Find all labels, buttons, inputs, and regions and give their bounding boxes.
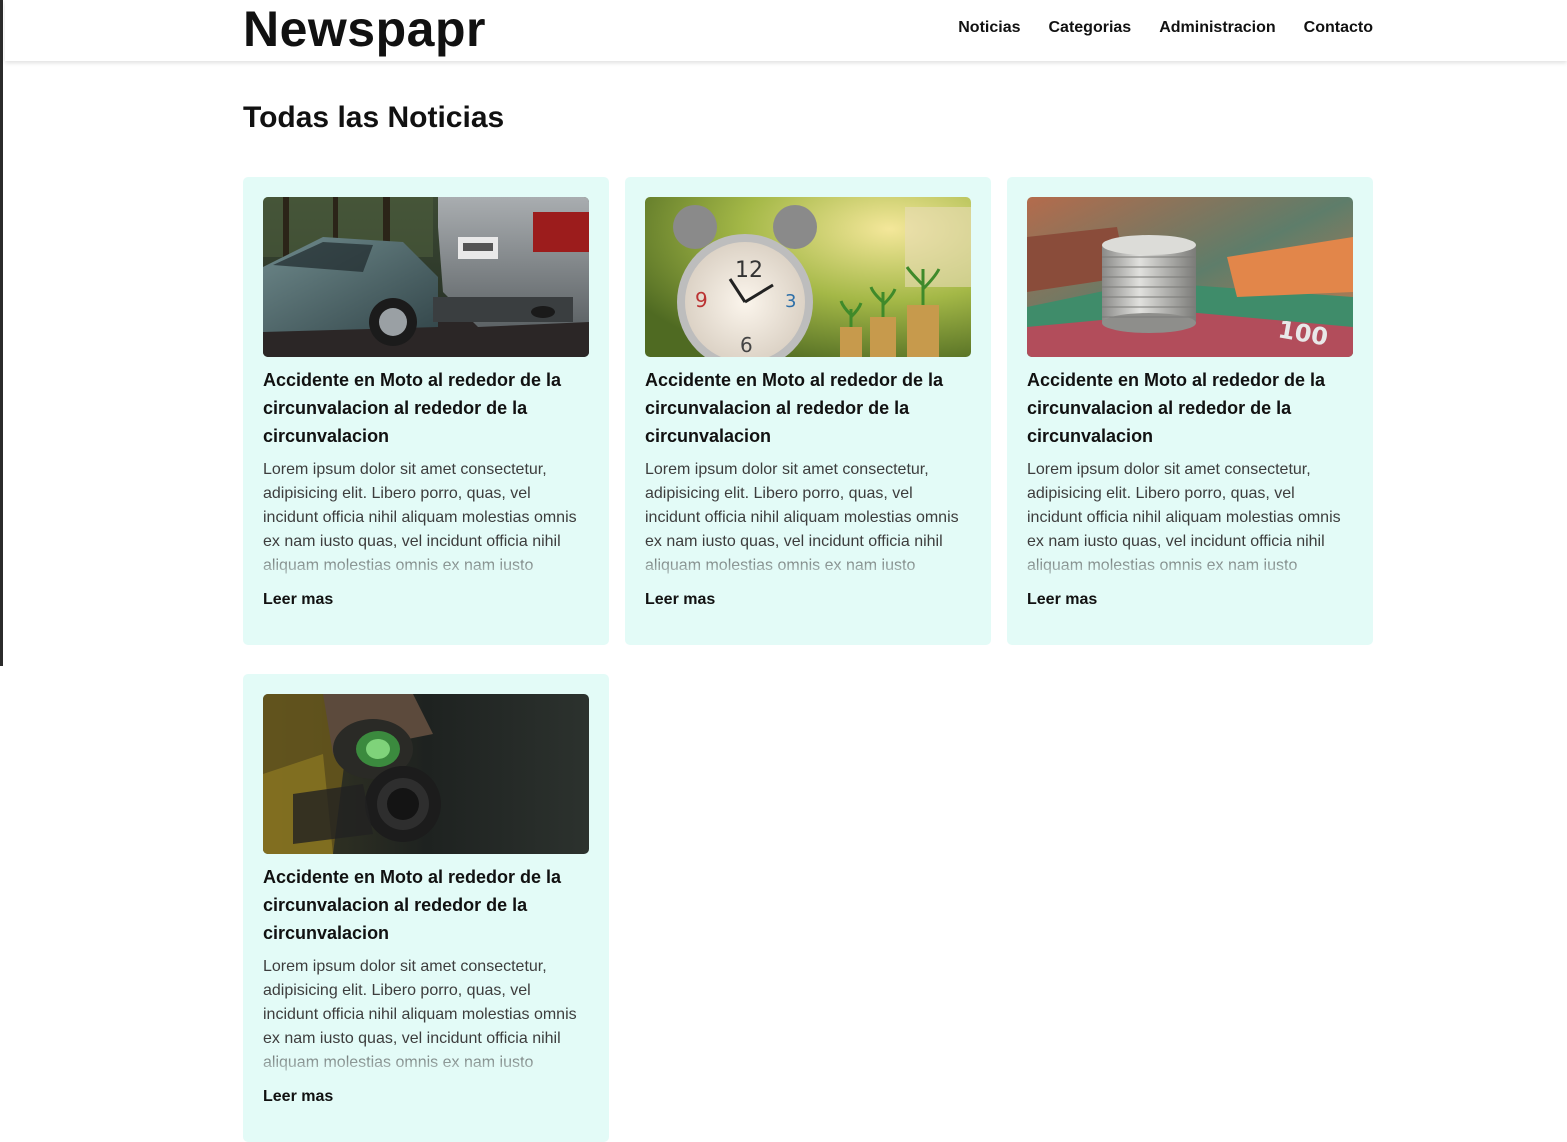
read-more-link[interactable]: Leer mas xyxy=(645,590,971,610)
nav-link-administracion[interactable]: Administracion xyxy=(1159,18,1275,38)
card-title[interactable]: Accidente en Moto al rededor de la circu… xyxy=(645,366,971,450)
news-card: Accidente en Moto al rededor de la circu… xyxy=(243,177,609,645)
card-text: Lorem ipsum dolor sit amet consectetur, … xyxy=(263,461,577,574)
gas-mask-image[interactable] xyxy=(263,694,589,854)
coins-banknotes-image[interactable]: 100 xyxy=(1027,197,1353,357)
svg-text:6: 6 xyxy=(740,333,753,357)
card-title[interactable]: Accidente en Moto al rededor de la circu… xyxy=(1027,366,1353,450)
svg-text:12: 12 xyxy=(735,258,763,283)
card-text: Lorem ipsum dolor sit amet consectetur, … xyxy=(263,958,577,1071)
site-logo[interactable]: Newspapr xyxy=(243,2,486,56)
nav-link-categorias[interactable]: Categorias xyxy=(1049,18,1132,38)
card-excerpt: Lorem ipsum dolor sit amet consectetur, … xyxy=(263,955,589,1083)
read-more-link[interactable]: Leer mas xyxy=(1027,590,1353,610)
car-crash-image[interactable] xyxy=(263,197,589,357)
card-excerpt: Lorem ipsum dolor sit amet consectetur, … xyxy=(263,458,589,586)
read-more-link[interactable]: Leer mas xyxy=(263,590,589,610)
news-card: 12 3 6 9 Accidente en Moto al rededor de… xyxy=(625,177,991,645)
window-edge xyxy=(0,0,3,666)
card-text: Lorem ipsum dolor sit amet consectetur, … xyxy=(1027,461,1341,574)
main-nav: Noticias Categorias Administracion Conta… xyxy=(958,18,1373,38)
card-text: Lorem ipsum dolor sit amet consectetur, … xyxy=(645,461,959,574)
nav-link-noticias[interactable]: Noticias xyxy=(958,18,1020,38)
svg-text:3: 3 xyxy=(785,291,796,312)
page-title: Todas las Noticias xyxy=(243,101,505,134)
card-title[interactable]: Accidente en Moto al rededor de la circu… xyxy=(263,863,589,947)
card-excerpt: Lorem ipsum dolor sit amet consectetur, … xyxy=(1027,458,1353,586)
card-title[interactable]: Accidente en Moto al rededor de la circu… xyxy=(263,366,589,450)
nav-link-contacto[interactable]: Contacto xyxy=(1304,18,1373,38)
alarm-clock-image[interactable]: 12 3 6 9 xyxy=(645,197,971,357)
top-navbar: Newspapr Noticias Categorias Administrac… xyxy=(5,0,1567,61)
read-more-link[interactable]: Leer mas xyxy=(263,1087,589,1107)
news-card: 100 Accidente en Moto al rededor de la c… xyxy=(1007,177,1373,645)
news-grid: Accidente en Moto al rededor de la circu… xyxy=(243,177,1373,1142)
card-excerpt: Lorem ipsum dolor sit amet consectetur, … xyxy=(645,458,971,586)
svg-text:9: 9 xyxy=(695,288,708,312)
news-card: Accidente en Moto al rededor de la circu… xyxy=(243,674,609,1142)
